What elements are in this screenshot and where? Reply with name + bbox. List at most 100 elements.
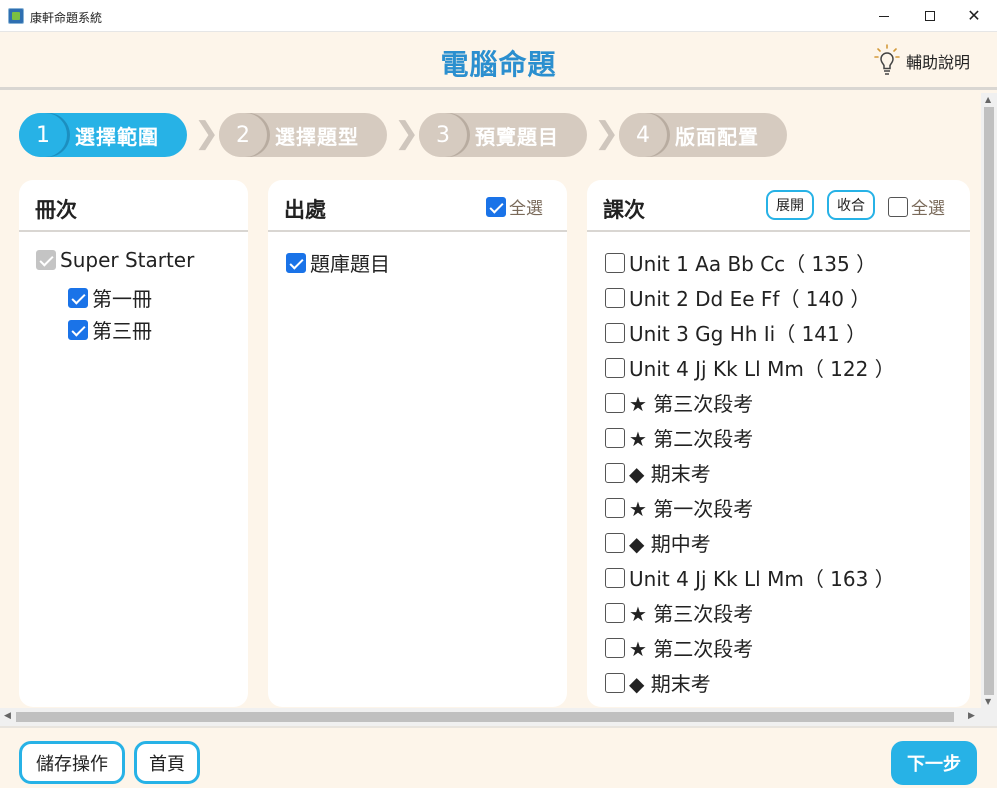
step-1-select-range[interactable]: 1 選擇範圍 (19, 113, 187, 157)
lesson-checkbox[interactable] (605, 287, 625, 308)
lesson-checkbox[interactable] (605, 427, 625, 448)
lesson-item[interactable]: ★ 第三次段考 (605, 388, 753, 417)
volume-checkbox[interactable] (68, 319, 88, 340)
lesson-checkbox[interactable] (605, 602, 625, 623)
step-4-layout[interactable]: 4 版面配置 (619, 113, 787, 157)
page-title: 電腦命題 (440, 48, 557, 81)
lesson-item[interactable]: ★ 第二次段考 (605, 423, 753, 452)
chevron-right-icon: ❯ (394, 116, 420, 151)
volume-label: 第三冊 (92, 319, 152, 343)
window-title: 康軒命題系統 (30, 11, 103, 25)
maximize-icon (925, 11, 935, 21)
lesson-checkbox[interactable] (605, 252, 625, 273)
lesson-checkbox[interactable] (605, 322, 625, 343)
source-select-all[interactable]: 全選 (486, 194, 543, 219)
lesson-item[interactable]: Unit 2 Dd Ee Ff（ 140 ） (605, 283, 870, 312)
step-label: 選擇題型 (275, 124, 359, 149)
source-item[interactable]: 題庫題目 (286, 248, 390, 277)
scrollbar-corner (981, 708, 997, 726)
source-label: 題庫題目 (310, 252, 390, 276)
maximize-button[interactable] (907, 0, 953, 32)
lesson-item[interactable]: Unit 1 Aa Bb Cc（ 135 ） (605, 248, 876, 277)
volume-item[interactable]: 第一冊 (68, 283, 152, 312)
lessons-panel: 課次 展開 收合 全選 Unit 1 Aa Bb Cc（ 135 ） Unit … (587, 180, 970, 707)
step-label: 預覽題目 (475, 124, 559, 149)
lesson-item[interactable]: ★ 第三次段考 (605, 598, 753, 627)
lesson-label: ◆ 期末考 (629, 462, 711, 486)
step-number: 2 (219, 113, 267, 157)
lesson-item[interactable]: Unit 3 Gg Hh Ii（ 141 ） (605, 318, 866, 347)
scroll-right-arrow-icon[interactable]: ▶ (968, 711, 975, 721)
source-panel: 出處 全選 題庫題目 (268, 180, 567, 707)
next-step-button[interactable]: 下一步 (891, 741, 977, 785)
volume-root-item[interactable]: Super Starter (36, 248, 194, 272)
panel-header: 冊次 (19, 180, 248, 232)
lesson-label: Unit 3 Gg Hh Ii（ 141 ） (629, 322, 867, 346)
select-all-checkbox[interactable] (888, 196, 908, 217)
collapse-button[interactable]: 收合 (827, 190, 875, 220)
lesson-item[interactable]: Unit 4 Jj Kk Ll Mm（ 163 ） (605, 563, 895, 592)
select-all-label: 全選 (509, 199, 543, 219)
lesson-item[interactable]: ◆ 期末考 (605, 458, 711, 487)
lesson-checkbox[interactable] (605, 567, 625, 588)
help-label: 輔助說明 (906, 53, 971, 72)
horizontal-scroll-thumb[interactable] (16, 712, 954, 722)
panel-title: 冊次 (35, 198, 77, 222)
lesson-item[interactable]: ★ 第二次段考 (605, 633, 753, 662)
minimize-button[interactable] (861, 0, 907, 32)
lesson-checkbox[interactable] (605, 462, 625, 483)
step-label: 選擇範圍 (75, 124, 159, 149)
panel-header: 課次 展開 收合 全選 (587, 180, 970, 232)
lesson-label: Unit 4 Jj Kk Ll Mm（ 122 ） (629, 357, 895, 381)
volume-root-label: Super Starter (60, 248, 195, 272)
lesson-item[interactable]: ★ 第一次段考 (605, 493, 753, 522)
panel-title: 出處 (284, 198, 326, 222)
lesson-label: Unit 2 Dd Ee Ff（ 140 ） (629, 287, 871, 311)
lesson-checkbox[interactable] (605, 357, 625, 378)
save-operation-button[interactable]: 儲存操作 (19, 741, 125, 784)
volume-item[interactable]: 第三冊 (68, 315, 152, 344)
step-number: 3 (419, 113, 467, 157)
volume-checkbox[interactable] (68, 287, 88, 308)
lesson-item[interactable]: ◆ 期中考 (605, 528, 711, 557)
help-button[interactable]: 輔助說明 (874, 44, 970, 78)
lesson-item[interactable]: ◆ 期末考 (605, 668, 711, 697)
lesson-label: ★ 第二次段考 (629, 427, 754, 451)
scroll-left-arrow-icon[interactable]: ◀ (4, 711, 11, 721)
minimize-icon (879, 15, 889, 17)
vertical-scroll-thumb[interactable] (984, 107, 994, 695)
step-number: 4 (619, 113, 667, 157)
scroll-down-arrow-icon[interactable]: ▼ (985, 697, 991, 706)
lessons-select-all[interactable]: 全選 (888, 194, 945, 219)
chevron-right-icon: ❯ (594, 116, 620, 151)
lesson-label: Unit 4 Jj Kk Ll Mm（ 163 ） (629, 567, 895, 591)
lesson-label: ★ 第三次段考 (629, 392, 754, 416)
panel-title: 課次 (603, 198, 645, 222)
select-all-checkbox[interactable] (486, 196, 506, 217)
lesson-checkbox[interactable] (605, 637, 625, 658)
chevron-right-icon: ❯ (194, 116, 220, 151)
lesson-label: ◆ 期中考 (629, 532, 711, 556)
close-button[interactable]: ✕ (951, 0, 997, 32)
app-header: 電腦命題 輔助說明 (0, 32, 997, 90)
lesson-checkbox[interactable] (605, 532, 625, 553)
source-checkbox[interactable] (286, 252, 306, 273)
home-button[interactable]: 首頁 (134, 741, 200, 784)
expand-button[interactable]: 展開 (766, 190, 814, 220)
volumes-panel: 冊次 Super Starter 第一冊 第三冊 (19, 180, 248, 707)
lesson-label: ★ 第三次段考 (629, 602, 754, 626)
horizontal-scrollbar[interactable]: ◀ ▶ (0, 708, 981, 726)
volume-root-checkbox[interactable] (36, 250, 56, 270)
step-2-select-type[interactable]: 2 選擇題型 (219, 113, 387, 157)
step-3-preview[interactable]: 3 預覽題目 (419, 113, 587, 157)
lesson-checkbox[interactable] (605, 392, 625, 413)
scroll-up-arrow-icon[interactable]: ▲ (985, 95, 991, 104)
step-number: 1 (19, 113, 67, 157)
footer-bar: 儲存操作 首頁 下一步 (0, 726, 997, 788)
lightbulb-icon (874, 44, 900, 75)
lesson-label: ★ 第二次段考 (629, 637, 754, 661)
lesson-checkbox[interactable] (605, 672, 625, 693)
lesson-item[interactable]: Unit 4 Jj Kk Ll Mm（ 122 ） (605, 353, 895, 382)
vertical-scrollbar[interactable]: ▲ ▼ (981, 93, 997, 708)
lesson-checkbox[interactable] (605, 497, 625, 518)
